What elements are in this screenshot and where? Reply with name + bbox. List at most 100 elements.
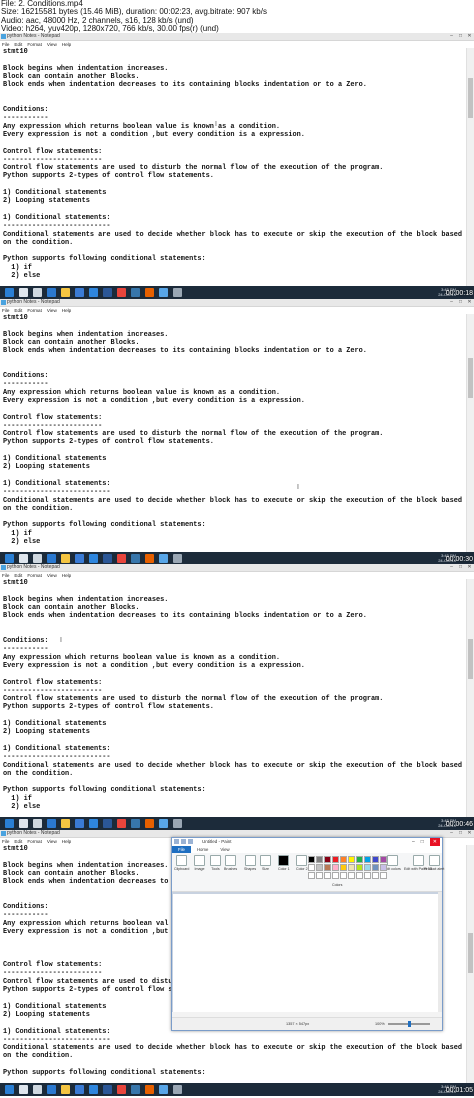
tab-home[interactable]: Home (191, 846, 214, 853)
palette-swatch[interactable] (380, 872, 387, 879)
palette-swatch[interactable] (372, 856, 379, 863)
word-icon[interactable] (103, 288, 112, 297)
firefox-icon[interactable] (145, 819, 154, 828)
firefox-icon[interactable] (145, 554, 154, 563)
ribbon-group-color-2[interactable]: Color 2 (296, 855, 308, 871)
minimize-button[interactable]: – (449, 565, 454, 570)
palette-swatch[interactable] (308, 864, 315, 871)
store-icon[interactable] (75, 1085, 84, 1094)
python-icon[interactable] (131, 819, 140, 828)
store-icon[interactable] (75, 288, 84, 297)
palette-swatch[interactable] (380, 864, 387, 871)
ribbon-group-clipboard[interactable]: Clipboard (174, 855, 189, 871)
zoom-slider-knob[interactable] (408, 1021, 411, 1027)
minimize-button[interactable]: – (449, 34, 454, 39)
store-icon[interactable] (75, 554, 84, 563)
palette-swatch[interactable] (332, 872, 339, 879)
palette-swatch[interactable] (324, 864, 331, 871)
menu-item-file[interactable]: File (2, 838, 9, 845)
tab-view[interactable]: View (214, 846, 235, 853)
save-icon[interactable] (174, 839, 179, 844)
ribbon-group-product-alert[interactable]: Product alert (424, 855, 444, 871)
menu-item-help[interactable]: Help (62, 572, 71, 579)
python-icon[interactable] (131, 554, 140, 563)
menu-item-help[interactable]: Help (62, 838, 71, 845)
notepad-text-area[interactable]: stmt10 Block begins when indentation incr… (0, 579, 468, 817)
file-explorer-icon[interactable] (61, 819, 70, 828)
notepad-icon[interactable] (159, 554, 168, 563)
chrome-icon[interactable] (117, 819, 126, 828)
vertical-scrollbar[interactable] (466, 579, 474, 817)
windows-start-icon[interactable] (5, 554, 14, 563)
settings-icon[interactable] (173, 554, 182, 563)
close-button[interactable]: ✕ (467, 300, 472, 305)
menu-item-view[interactable]: View (47, 41, 57, 48)
scrollbar-thumb[interactable] (468, 358, 473, 398)
menu-item-file[interactable]: File (2, 41, 9, 48)
scrollbar-thumb[interactable] (468, 933, 473, 973)
scrollbar-thumb[interactable] (468, 78, 473, 118)
cortana-search-icon[interactable] (19, 554, 28, 563)
ribbon-group-shapes[interactable]: Shapes (244, 855, 256, 871)
firefox-icon[interactable] (145, 1085, 154, 1094)
menu-item-format[interactable]: Format (27, 572, 42, 579)
settings-icon[interactable] (173, 819, 182, 828)
edge-icon[interactable] (47, 819, 56, 828)
palette-swatch[interactable] (332, 864, 339, 871)
minimize-button[interactable]: – (449, 831, 454, 836)
ribbon-group-image[interactable]: Image (194, 855, 205, 871)
menu-item-file[interactable]: File (2, 307, 9, 314)
palette-swatch[interactable] (308, 856, 315, 863)
close-button[interactable]: ✕ (467, 565, 472, 570)
palette-swatch[interactable] (372, 864, 379, 871)
task-view-icon[interactable] (33, 1085, 42, 1094)
cortana-search-icon[interactable] (19, 819, 28, 828)
cortana-search-icon[interactable] (19, 1085, 28, 1094)
palette-swatch[interactable] (316, 872, 323, 879)
ribbon-group-color-1[interactable]: Color 1 (278, 855, 290, 871)
palette-swatch[interactable] (356, 872, 363, 879)
mail-icon[interactable] (89, 288, 98, 297)
paint-close-button[interactable]: ✕ (429, 838, 440, 846)
palette-swatch[interactable] (348, 856, 355, 863)
palette-swatch[interactable] (356, 864, 363, 871)
menu-item-edit[interactable]: Edit (14, 838, 22, 845)
store-icon[interactable] (75, 819, 84, 828)
menu-item-view[interactable]: View (47, 572, 57, 579)
word-icon[interactable] (103, 819, 112, 828)
windows-start-icon[interactable] (5, 1085, 14, 1094)
palette-swatch[interactable] (380, 856, 387, 863)
edge-icon[interactable] (47, 1085, 56, 1094)
chrome-icon[interactable] (117, 1085, 126, 1094)
notepad-icon[interactable] (159, 819, 168, 828)
menu-item-edit[interactable]: Edit (14, 307, 22, 314)
menu-item-file[interactable]: File (2, 572, 9, 579)
windows-start-icon[interactable] (5, 288, 14, 297)
scrollbar-thumb[interactable] (468, 639, 473, 679)
word-icon[interactable] (103, 1085, 112, 1094)
tab-file[interactable]: File (172, 846, 191, 853)
file-explorer-icon[interactable] (61, 288, 70, 297)
palette-swatch[interactable] (340, 856, 347, 863)
vertical-scrollbar[interactable] (466, 845, 474, 1083)
firefox-icon[interactable] (145, 288, 154, 297)
minimize-button[interactable]: – (449, 300, 454, 305)
mail-icon[interactable] (89, 1085, 98, 1094)
palette-swatch[interactable] (316, 856, 323, 863)
menu-item-help[interactable]: Help (62, 307, 71, 314)
menu-item-view[interactable]: View (47, 838, 57, 845)
notepad-icon[interactable] (159, 288, 168, 297)
file-explorer-icon[interactable] (61, 1085, 70, 1094)
ribbon-group-size[interactable]: Size (260, 855, 271, 871)
menu-item-edit[interactable]: Edit (14, 572, 22, 579)
vertical-scrollbar[interactable] (466, 48, 474, 286)
python-icon[interactable] (131, 288, 140, 297)
chrome-icon[interactable] (117, 554, 126, 563)
menu-item-format[interactable]: Format (27, 41, 42, 48)
maximize-button[interactable]: □ (458, 565, 463, 570)
menu-item-view[interactable]: View (47, 307, 57, 314)
palette-swatch[interactable] (364, 864, 371, 871)
task-view-icon[interactable] (33, 288, 42, 297)
maximize-button[interactable]: □ (458, 831, 463, 836)
notepad-text-area[interactable]: stmt10 Block begins when indentation incr… (0, 48, 468, 286)
